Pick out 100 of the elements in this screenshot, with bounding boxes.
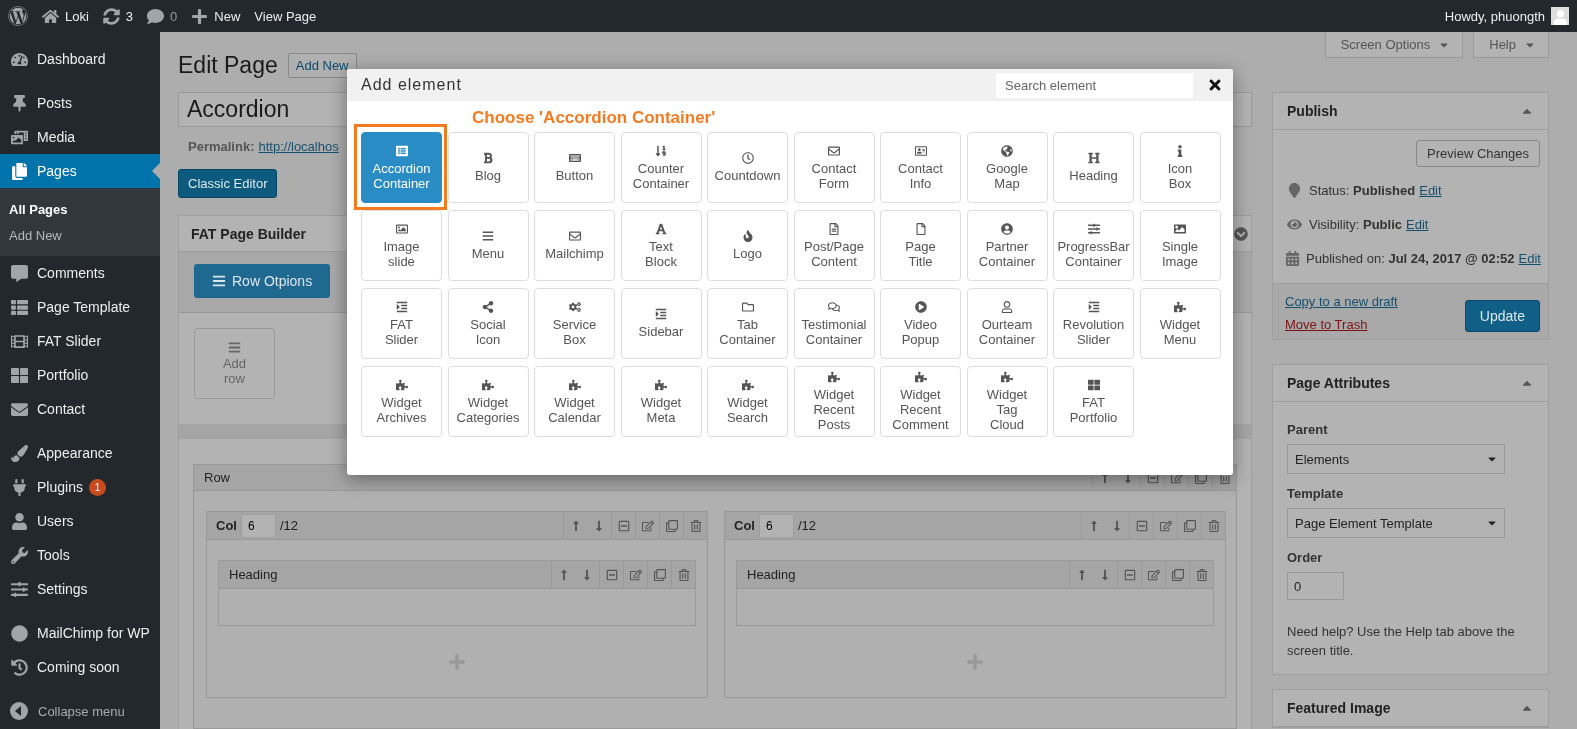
comments-link[interactable]: 0	[147, 7, 178, 25]
element-tile[interactable]: Video Popup	[880, 288, 961, 359]
element-tile[interactable]: Counter Container	[620, 132, 702, 203]
permalink-link[interactable]: http://localhos	[258, 139, 339, 154]
element-tile[interactable]: Heading	[1053, 132, 1134, 203]
sidebar-item[interactable]: Plugins 1	[0, 470, 160, 504]
element-tile[interactable]: Text Block	[620, 210, 702, 281]
element-tile[interactable]: ProgressBar Container	[1053, 210, 1134, 281]
update-button[interactable]: Update	[1464, 300, 1540, 332]
element-tile[interactable]: Widget Search	[707, 366, 788, 437]
account-link[interactable]: Howdy, phuongth	[1444, 7, 1569, 25]
element-tile[interactable]: Image slide	[361, 210, 442, 281]
logo-icon[interactable]	[8, 6, 28, 26]
element-tile[interactable]: Page Title	[880, 210, 961, 281]
sidebar-item[interactable]: Pages	[0, 154, 160, 188]
element-tile[interactable]: Widget Recent Comment	[880, 366, 961, 437]
element-tile[interactable]: FAT Portfolio	[1053, 366, 1134, 437]
collapse-menu-link[interactable]: Collapse menu	[0, 694, 160, 728]
edit-link[interactable]: Edit	[1518, 250, 1541, 266]
select-field[interactable]: Page Element Template	[1287, 508, 1505, 538]
preview-button[interactable]: Preview Changes	[1416, 140, 1540, 167]
close-icon[interactable]	[1207, 77, 1223, 93]
element-tile[interactable]: Revolution Slider	[1053, 288, 1134, 359]
row-options-button[interactable]: Row Otpions	[194, 264, 331, 298]
sidebar-item[interactable]: Dashboard	[0, 42, 160, 76]
puzzle-icon	[741, 378, 754, 391]
sidebar-item[interactable]: Media	[0, 120, 160, 154]
element-tile[interactable]: Widget Recent Posts	[793, 366, 875, 437]
screen-tab[interactable]: Help	[1473, 32, 1549, 58]
element-tile[interactable]: Widget Menu	[1139, 288, 1221, 359]
element-tile[interactable]: Widget Archives	[361, 366, 442, 437]
search-field[interactable]: Search element	[996, 72, 1193, 98]
element-tile[interactable]: Logo	[707, 210, 788, 281]
user-icon	[9, 512, 29, 530]
sidebar-item[interactable]: FAT Slider	[0, 324, 160, 358]
copy-draft-link[interactable]: Copy to a new draft	[1285, 294, 1398, 309]
sidebar-item[interactable]: Appearance	[0, 436, 160, 470]
element-tile[interactable]: Icon Box	[1139, 132, 1221, 203]
film-icon	[9, 332, 29, 350]
element-tile[interactable]: Blog	[447, 132, 529, 203]
column-span-field[interactable]: 6	[758, 513, 794, 538]
user-icon	[1001, 300, 1013, 313]
element-tile[interactable]: Mailchimp	[534, 210, 615, 281]
sliders-icon	[1087, 222, 1100, 235]
element-tile[interactable]: Partner Container	[966, 210, 1048, 281]
sidebar-item[interactable]: Portfolio	[0, 358, 160, 392]
current-pointer	[152, 163, 160, 179]
element-tile[interactable]: Testimonial Container	[793, 288, 875, 359]
element-tile[interactable]: Tab Container	[707, 288, 788, 359]
element-tile[interactable]: Accordion Container	[361, 132, 442, 203]
meta-text: Visibility: Public	[1309, 216, 1402, 232]
element-tile[interactable]: Google Map	[966, 132, 1048, 203]
gears-icon	[568, 300, 581, 313]
brush-icon	[9, 444, 29, 462]
permalink-label: Permalink:	[188, 139, 255, 154]
sidebar-item[interactable]: Comments	[0, 256, 160, 290]
element-tile[interactable]: FAT Slider	[361, 288, 442, 359]
select-field[interactable]: Elements	[1287, 444, 1505, 474]
screen-tab[interactable]: Screen Options	[1324, 32, 1464, 58]
updates-link[interactable]: 3	[102, 7, 134, 25]
submenu-item[interactable]: Add New	[0, 222, 160, 248]
sidebar-item[interactable]: Settings	[0, 572, 160, 606]
classic-editor-button[interactable]: Classic Editor	[178, 169, 278, 198]
box-title: Page Attributes	[1287, 375, 1390, 391]
sidebar-item[interactable]: MailChimp for WP	[0, 616, 160, 650]
element-tile[interactable]: Widget Tag Cloud	[966, 366, 1048, 437]
element-tile[interactable]: Widget Meta	[620, 366, 702, 437]
chevron-down-icon[interactable]	[1234, 226, 1248, 241]
element-tile[interactable]: Widget Categories	[447, 366, 529, 437]
element-tile[interactable]: Widget Calendar	[534, 366, 615, 437]
sidebar-item[interactable]: Tools	[0, 538, 160, 572]
sidebar-item[interactable]: Page Template	[0, 290, 160, 324]
element-tile[interactable]: Service Box	[534, 288, 615, 359]
column-span-field[interactable]: 6	[240, 513, 276, 538]
element-tile[interactable]: Countdown	[707, 132, 788, 203]
sidebar-item[interactable]: Coming soon	[0, 650, 160, 684]
submenu-item[interactable]: All Pages	[0, 196, 160, 222]
sidebar-item[interactable]: Users	[0, 504, 160, 538]
site-link[interactable]: Loki	[42, 7, 89, 25]
input-field[interactable]: 0	[1287, 572, 1344, 600]
meta-text: Published on: Jul 24, 2017 @ 02:52	[1306, 250, 1515, 266]
add-new-button[interactable]: Add New	[287, 53, 357, 78]
element-tile[interactable]: Single Image	[1139, 210, 1221, 281]
sidebar-item[interactable]: Contact	[0, 392, 160, 426]
element-tile[interactable]: Social Icon	[447, 288, 529, 359]
element-tile[interactable]: Contact Info	[880, 132, 961, 203]
element-tile[interactable]: Menu	[447, 210, 529, 281]
element-tile[interactable]: Ourteam Container	[966, 288, 1048, 359]
edit-link[interactable]: Edit	[1406, 216, 1429, 232]
dialog-title: Add element	[361, 76, 462, 94]
element-tile[interactable]: Button	[534, 132, 615, 203]
element-tile[interactable]: Sidebar	[620, 288, 702, 359]
sidebar-item[interactable]: Posts	[0, 86, 160, 120]
element-tile[interactable]: Contact Form	[793, 132, 875, 203]
new-link[interactable]: New	[191, 7, 241, 25]
edit-link[interactable]: Edit	[1419, 182, 1442, 198]
wrench-icon	[9, 546, 29, 564]
trash-link[interactable]: Move to Trash	[1285, 317, 1398, 332]
element-tile[interactable]: Post/Page Content	[793, 210, 875, 281]
view-page-link[interactable]: View Page	[254, 8, 317, 24]
